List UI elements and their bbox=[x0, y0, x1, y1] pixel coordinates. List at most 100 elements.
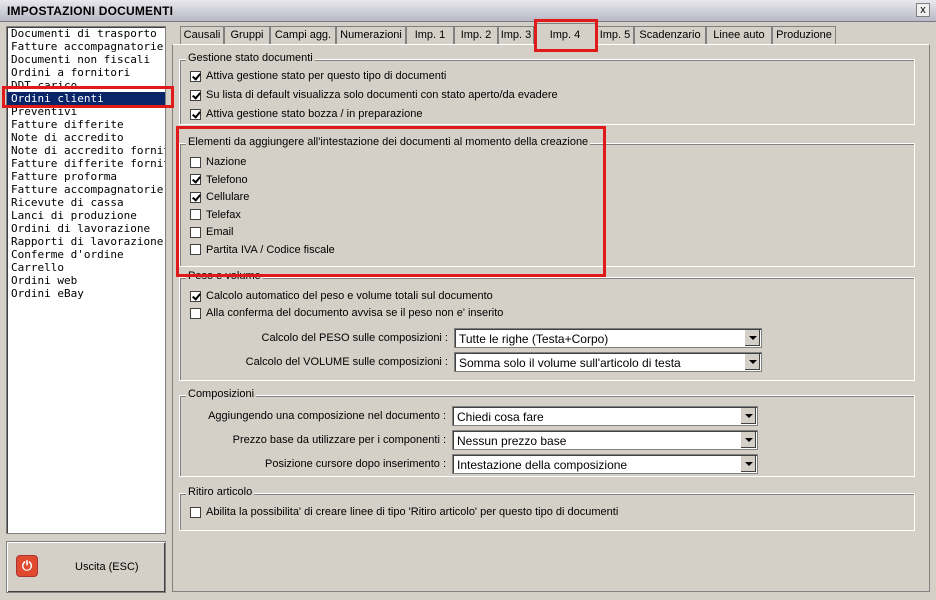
list-item-fatture-differite[interactable]: Fatture differite bbox=[7, 118, 165, 131]
chevron-down-icon[interactable] bbox=[740, 408, 756, 424]
tab-imp-2[interactable]: Imp. 2 bbox=[454, 26, 498, 44]
settings-panel: Gestione stato documenti Attiva gestione… bbox=[172, 44, 930, 592]
checkbox-abilita-la-possibilita-di-creare-linee-d[interactable]: Abilita la possibilita' di creare linee … bbox=[190, 504, 618, 520]
list-item-fatture-differite-fornitori[interactable]: Fatture differite fornitori bbox=[7, 157, 165, 170]
list-item-note-di-accredito-fornitori[interactable]: Note di accredito fornitori bbox=[7, 144, 165, 157]
power-icon: ⏻ bbox=[16, 555, 38, 577]
list-item-note-di-accredito[interactable]: Note di accredito bbox=[7, 131, 165, 144]
checkbox-label: Telefax bbox=[206, 208, 241, 221]
list-item-ordini-web[interactable]: Ordini web bbox=[7, 274, 165, 287]
checkbox-telefax[interactable]: Telefax bbox=[190, 207, 241, 223]
dropdown-posizione-cursore-dopo-inserim[interactable]: Intestazione della composizione bbox=[452, 454, 758, 474]
checkbox-box[interactable] bbox=[190, 226, 201, 238]
checkbox-attiva-gestione-stato-per-questo-tipo-di[interactable]: Attiva gestione stato per questo tipo di… bbox=[190, 68, 446, 84]
field-label: Calcolo del PESO sulle composizioni : bbox=[261, 332, 448, 344]
tab-imp-3[interactable]: Imp. 3 bbox=[498, 26, 534, 44]
exit-button[interactable]: ⏻ Uscita (ESC) bbox=[6, 541, 166, 593]
checkbox-box[interactable] bbox=[190, 290, 201, 302]
checkbox-label: Abilita la possibilita' di creare linee … bbox=[206, 506, 619, 518]
list-item-documenti-di-trasporto[interactable]: Documenti di trasporto bbox=[7, 27, 165, 40]
checkbox-label: Attiva gestione stato bozza / in prepara… bbox=[206, 108, 423, 120]
list-item-ddt-carico[interactable]: DDT carico bbox=[7, 79, 165, 92]
field-label: Calcolo del VOLUME sulle composizioni : bbox=[245, 356, 448, 368]
checkbox-partita-iva-codice-fiscale[interactable]: Partita IVA / Codice fiscale bbox=[190, 242, 335, 258]
list-item-carrello[interactable]: Carrello bbox=[7, 261, 165, 274]
tab-causali[interactable]: Causali bbox=[180, 26, 224, 44]
list-item-conferme-d-ordine[interactable]: Conferme d'ordine bbox=[7, 248, 165, 261]
list-item-ordini-di-lavorazione[interactable]: Ordini di lavorazione bbox=[7, 222, 165, 235]
checkbox-label: Partita IVA / Codice fiscale bbox=[206, 243, 335, 256]
dropdown-calcolo-del-peso-sulle-composi[interactable]: Tutte le righe (Testa+Corpo) bbox=[454, 328, 762, 348]
list-item-rapporti-di-lavorazione[interactable]: Rapporti di lavorazione bbox=[7, 235, 165, 248]
checkbox-label: Telefono bbox=[206, 173, 248, 186]
group-composizioni: Composizioni Aggiungendo una composizion… bbox=[179, 388, 915, 477]
chevron-down-icon[interactable] bbox=[740, 432, 756, 448]
checkbox-box[interactable] bbox=[190, 506, 201, 518]
tab-imp-4[interactable]: Imp. 4 bbox=[534, 23, 596, 45]
list-item-ordini-clienti[interactable]: Ordini clienti bbox=[7, 92, 165, 105]
checkbox-cellulare[interactable]: Cellulare bbox=[190, 189, 249, 205]
group-title: Gestione stato documenti bbox=[186, 52, 315, 64]
group-peso-volume: Peso e volume Calcolo automatico del pes… bbox=[179, 270, 915, 381]
list-item-ordini-a-fornitori[interactable]: Ordini a fornitori bbox=[7, 66, 165, 79]
list-item-ricevute-di-cassa[interactable]: Ricevute di cassa bbox=[7, 196, 165, 209]
list-item-lanci-di-produzione[interactable]: Lanci di produzione bbox=[7, 209, 165, 222]
checkbox-box[interactable] bbox=[190, 174, 201, 185]
tab-linee-auto[interactable]: Linee auto bbox=[706, 26, 772, 44]
list-item-fatture-proforma[interactable]: Fatture proforma bbox=[7, 170, 165, 183]
checkbox-box[interactable] bbox=[190, 307, 201, 319]
checkbox-label: Email bbox=[206, 226, 234, 238]
field-label: Posizione cursore dopo inserimento : bbox=[265, 458, 446, 470]
checkbox-calcolo-automatico-del-peso-e-volume-tot[interactable]: Calcolo automatico del peso e volume tot… bbox=[190, 288, 493, 304]
dropdown-calcolo-del-volume-sulle-compo[interactable]: Somma solo il volume sull'articolo di te… bbox=[454, 352, 762, 372]
tab-numerazioni[interactable]: Numerazioni bbox=[336, 26, 406, 44]
tab-imp-5[interactable]: Imp. 5 bbox=[596, 26, 634, 44]
group-title: Peso e volume bbox=[186, 270, 263, 282]
chevron-down-icon[interactable] bbox=[740, 456, 756, 472]
dropdown-value: Tutte le righe (Testa+Corpo) bbox=[459, 332, 609, 346]
checkbox-alla-conferma-del-documento-avvisa-se-il[interactable]: Alla conferma del documento avvisa se il… bbox=[190, 305, 503, 321]
list-item-fatture-accompagnatorie[interactable]: Fatture accompagnatorie bbox=[7, 40, 165, 53]
close-button[interactable]: x bbox=[916, 3, 930, 17]
field-label: Prezzo base da utilizzare per i componen… bbox=[232, 434, 446, 446]
dropdown-value: Somma solo il volume sull'articolo di te… bbox=[459, 356, 681, 370]
checkbox-label: Su lista di default visualizza solo docu… bbox=[206, 89, 558, 101]
list-item-fatture-accompagnatorie-fc[interactable]: Fatture accompagnatorie fc bbox=[7, 183, 165, 196]
checkbox-su-lista-di-default-visualizza-solo-docu[interactable]: Su lista di default visualizza solo docu… bbox=[190, 87, 558, 103]
group-intestazione: Elementi da aggiungere all'intestazione … bbox=[179, 136, 915, 267]
list-item-ordini-ebay[interactable]: Ordini eBay bbox=[7, 287, 165, 300]
checkbox-box[interactable] bbox=[190, 108, 201, 120]
tab-imp-1[interactable]: Imp. 1 bbox=[406, 26, 454, 44]
checkbox-label: Alla conferma del documento avvisa se il… bbox=[206, 307, 504, 319]
document-type-list[interactable]: Documenti di trasporto Fatture accompagna… bbox=[6, 26, 166, 534]
chevron-down-icon[interactable] bbox=[744, 330, 760, 346]
dropdown-prezzo-base-da-utilizzare-per-[interactable]: Nessun prezzo base bbox=[452, 430, 758, 450]
checkbox-box[interactable] bbox=[190, 209, 201, 220]
field-label: Aggiungendo una composizione nel documen… bbox=[208, 410, 446, 422]
tab-campi-agg[interactable]: Campi agg. bbox=[270, 26, 336, 44]
dropdown-aggiungendo-una-composizione-n[interactable]: Chiedi cosa fare bbox=[452, 406, 758, 426]
tab-gruppi[interactable]: Gruppi bbox=[224, 26, 270, 44]
chevron-down-icon[interactable] bbox=[744, 354, 760, 370]
checkbox-email[interactable]: Email bbox=[190, 224, 234, 240]
tab-scadenzario[interactable]: Scadenzario bbox=[634, 26, 706, 44]
tab-produzione[interactable]: Produzione bbox=[772, 26, 836, 44]
checkbox-nazione[interactable]: Nazione bbox=[190, 154, 246, 170]
checkbox-box[interactable] bbox=[190, 89, 201, 101]
window-title: IMPOSTAZIONI DOCUMENTI bbox=[7, 4, 174, 18]
checkbox-box[interactable] bbox=[190, 244, 201, 255]
checkbox-label: Nazione bbox=[206, 156, 247, 168]
group-gestione-stato: Gestione stato documenti Attiva gestione… bbox=[179, 52, 915, 125]
exit-button-label: Uscita (ESC) bbox=[75, 561, 139, 573]
dropdown-value: Intestazione della composizione bbox=[457, 458, 628, 472]
list-item-documenti-non-fiscali[interactable]: Documenti non fiscali bbox=[7, 53, 165, 66]
checkbox-box[interactable] bbox=[190, 70, 201, 82]
checkbox-attiva-gestione-stato-bozza-in-preparazi[interactable]: Attiva gestione stato bozza / in prepara… bbox=[190, 106, 422, 122]
dropdown-value: Chiedi cosa fare bbox=[457, 410, 544, 424]
checkbox-label: Cellulare bbox=[206, 191, 250, 203]
list-item-preventivi[interactable]: Preventivi bbox=[7, 105, 165, 118]
checkbox-telefono[interactable]: Telefono bbox=[190, 172, 248, 188]
checkbox-box[interactable] bbox=[190, 191, 201, 203]
dropdown-value: Nessun prezzo base bbox=[457, 434, 567, 448]
checkbox-box[interactable] bbox=[190, 156, 201, 168]
